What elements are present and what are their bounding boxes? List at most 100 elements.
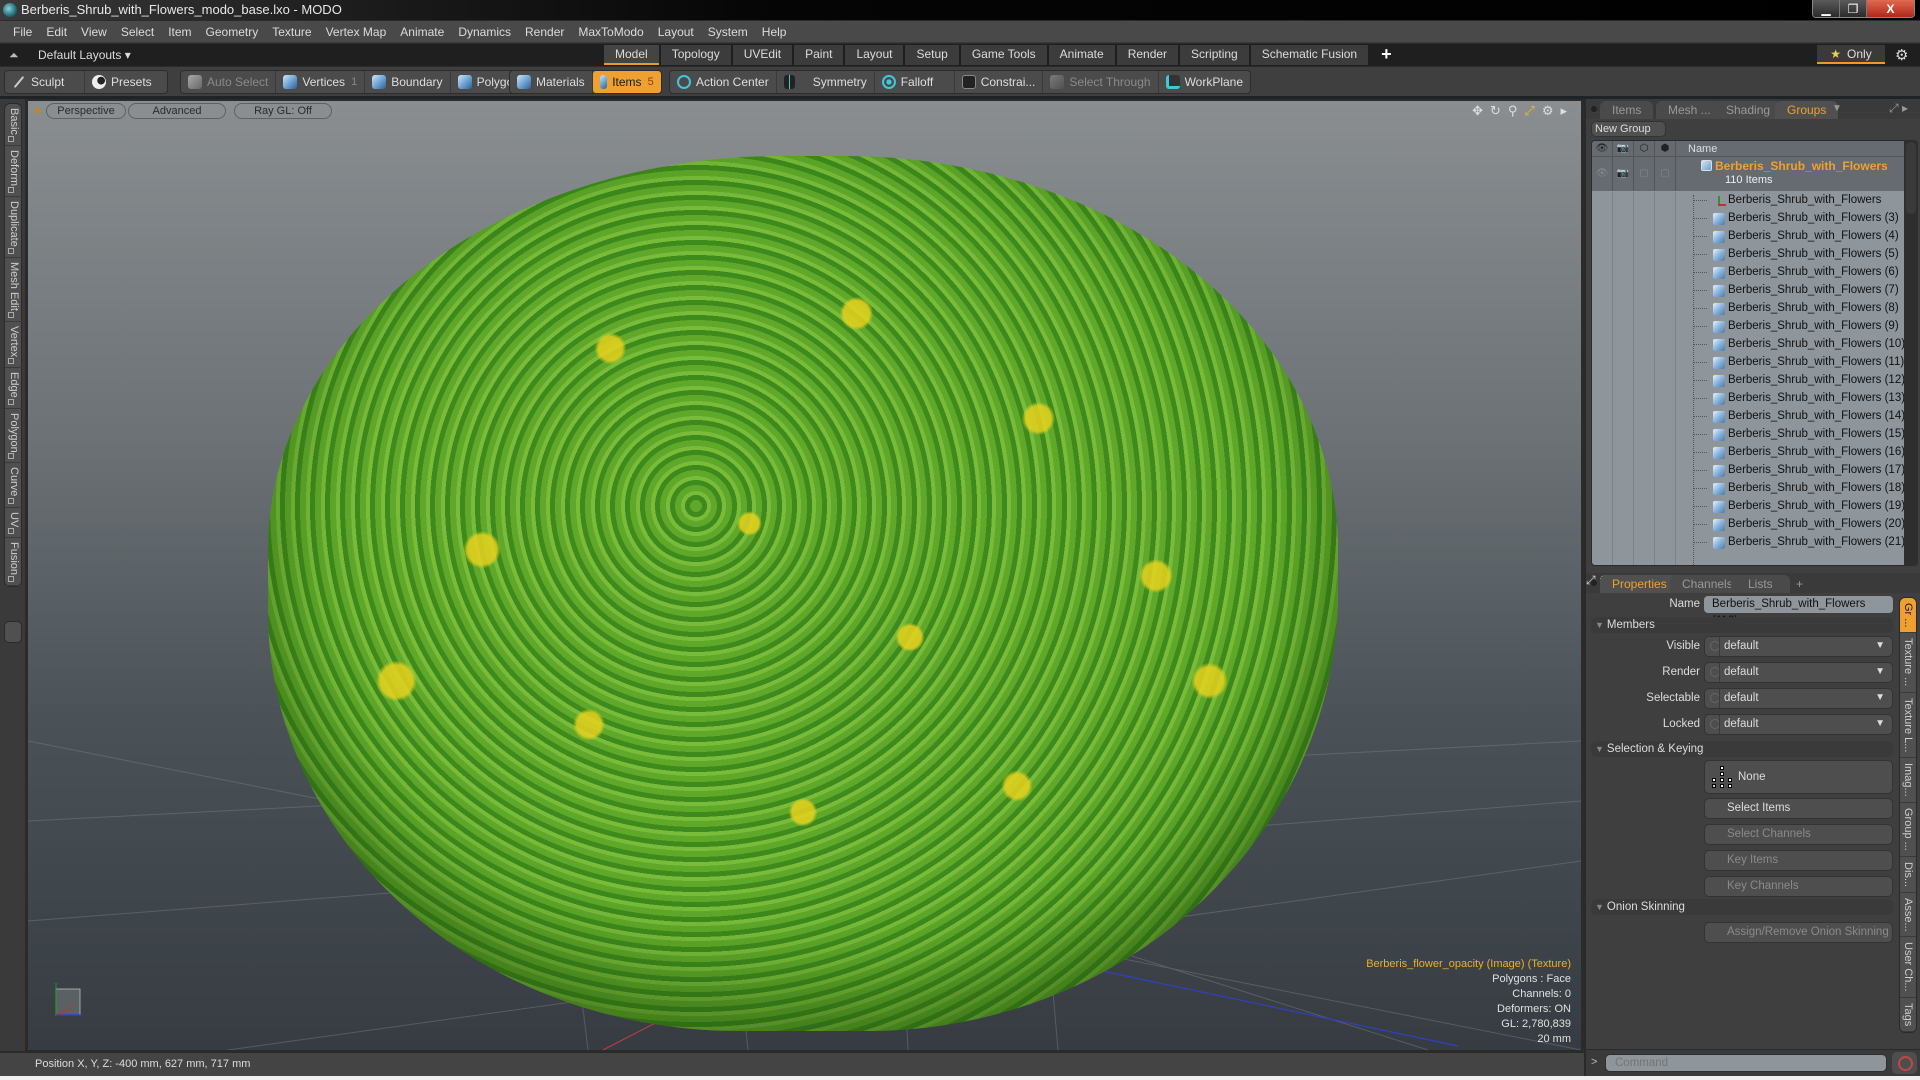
list-item[interactable]: Berberis_Shrub_with_Flowers (18) <box>1592 480 1906 498</box>
visibility-column-icon[interactable]: 👁 <box>1592 141 1613 156</box>
tab-render[interactable]: Render <box>1116 45 1179 65</box>
tab-shading[interactable]: Shading <box>1714 101 1783 119</box>
hierarchy-none-button[interactable]: None <box>1704 760 1893 794</box>
3d-viewport[interactable]: Perspective Advanced Ray GL: Off ✥ ↻ ⚲ ⤢… <box>28 101 1581 1050</box>
list-item[interactable]: Berberis_Shrub_with_Flowers (6) <box>1592 264 1906 282</box>
menu-select[interactable]: Select <box>114 25 161 39</box>
list-item[interactable]: Berberis_Shrub_with_Flowers (4) <box>1592 228 1906 246</box>
tab-basic[interactable]: Basic <box>5 104 23 146</box>
record-macro-button[interactable] <box>1892 1052 1917 1074</box>
tab-layout[interactable]: Layout <box>845 45 904 65</box>
tab-lists[interactable]: Lists <box>1731 575 1790 593</box>
render-dropdown[interactable]: default ▼ <box>1704 662 1893 683</box>
menu-geometry[interactable]: Geometry <box>199 25 266 39</box>
side-tab-tags[interactable]: Tags <box>1900 998 1916 1033</box>
action-center-button[interactable]: Action Center <box>670 71 777 93</box>
presets-button[interactable]: Presets <box>85 71 167 93</box>
materials-button[interactable]: Materials <box>510 71 593 93</box>
group-render-toggle[interactable]: 📷 <box>1613 157 1634 191</box>
shading-mode-button[interactable]: Advanced <box>128 103 226 119</box>
side-tab-texture-layer[interactable]: Texture L... <box>1900 693 1916 759</box>
list-item[interactable]: Berberis_Shrub_with_Flowers (15) <box>1592 426 1906 444</box>
boundary-button[interactable]: Boundary <box>365 71 451 93</box>
sculpt-button[interactable]: Sculpt <box>5 71 85 93</box>
default-layouts-dropdown[interactable]: Default Layouts ▾ <box>38 48 131 62</box>
workplane-button[interactable]: WorkPlane <box>1159 71 1250 93</box>
menu-maxtomodo[interactable]: MaxToModo <box>571 25 650 39</box>
key-items-button[interactable]: Key Items <box>1704 850 1893 871</box>
scrollbar-thumb[interactable] <box>1906 142 1916 214</box>
assign-onion-skinning-button[interactable]: Assign/Remove Onion Skinning <box>1704 922 1893 943</box>
select-channels-button[interactable]: Select Channels <box>1704 824 1893 845</box>
menu-help[interactable]: Help <box>755 25 794 39</box>
group-row[interactable]: 👁 📷 ▢ ▢ Berberis_Shrub_with_Flowers 110 … <box>1592 157 1906 191</box>
visible-dropdown[interactable]: default ▼ <box>1704 636 1893 657</box>
new-group-button[interactable]: New Group <box>1591 121 1666 137</box>
menu-dynamics[interactable]: Dynamics <box>451 25 518 39</box>
vertices-button[interactable]: Vertices 1 <box>276 71 366 93</box>
menu-file[interactable]: File <box>6 25 39 39</box>
tab-setup[interactable]: Setup <box>905 45 959 65</box>
name-field[interactable]: Berberis_Shrub_with_Flowers (112) <box>1704 596 1893 627</box>
tab-curve[interactable]: Curve <box>5 463 23 508</box>
side-tab-user-channels[interactable]: User Ch... <box>1900 937 1916 998</box>
tab-properties[interactable]: Properties <box>1600 575 1679 593</box>
list-item[interactable]: Berberis_Shrub_with_Flowers (12) <box>1592 372 1906 390</box>
symmetry-button[interactable]: Symmetry <box>777 71 875 93</box>
maximize-button[interactable]: ❐ <box>1840 0 1867 17</box>
items-button[interactable]: Items 5 <box>592 71 661 93</box>
list-item[interactable]: Berberis_Shrub_with_Flowers (21) <box>1592 534 1906 552</box>
tab-topology[interactable]: Topology <box>660 45 731 65</box>
list-item[interactable]: Berberis_Shrub_with_Flowers (19) <box>1592 498 1906 516</box>
menu-vertex-map[interactable]: Vertex Map <box>319 25 394 39</box>
side-tab-group[interactable]: Gr ... <box>1900 598 1916 634</box>
tabs-dropdown-icon[interactable]: ▼ <box>1832 103 1842 114</box>
list-item[interactable]: Berberis_Shrub_with_Flowers (10) <box>1592 336 1906 354</box>
tab-model[interactable]: Model <box>604 45 659 65</box>
list-item[interactable]: Berberis_Shrub_with_Flowers (11) <box>1592 354 1906 372</box>
close-button[interactable]: X <box>1867 0 1914 17</box>
tree-scrollbar[interactable] <box>1904 140 1918 566</box>
add-tab-button[interactable]: + <box>1370 45 1403 65</box>
view-mode-button[interactable]: Perspective <box>46 103 126 119</box>
menu-animate[interactable]: Animate <box>393 25 451 39</box>
menu-render[interactable]: Render <box>518 25 571 39</box>
render-column-icon[interactable]: 📷 <box>1613 141 1634 156</box>
list-item[interactable]: Berberis_Shrub_with_Flowers (20) <box>1592 516 1906 534</box>
list-item[interactable]: Berberis_Shrub_with_Flowers (8) <box>1592 300 1906 318</box>
tab-uvedit[interactable]: UVEdit <box>732 45 793 65</box>
zoom-icon[interactable]: ⚲ <box>1508 103 1518 119</box>
extra-tab-button[interactable] <box>4 621 22 643</box>
add-properties-tab[interactable]: + <box>1784 575 1815 593</box>
tab-game-tools[interactable]: Game Tools <box>960 45 1047 65</box>
select-column-icon[interactable]: ⬡ <box>1634 141 1655 156</box>
name-column-header[interactable]: Name <box>1676 141 1717 156</box>
onion-skinning-section[interactable]: ▼ Onion Skinning <box>1591 899 1893 915</box>
selectable-dropdown[interactable]: default ▼ <box>1704 688 1893 709</box>
tab-paint[interactable]: Paint <box>794 45 844 65</box>
list-item[interactable]: Berberis_Shrub_with_Flowers (13) <box>1592 390 1906 408</box>
tab-scripting[interactable]: Scripting <box>1180 45 1249 65</box>
menu-system[interactable]: System <box>701 25 755 39</box>
raygl-button[interactable]: Ray GL: Off <box>234 103 332 119</box>
list-item[interactable]: Berberis_Shrub_with_Flowers (9) <box>1592 318 1906 336</box>
side-tab-group-2[interactable]: Group ... <box>1900 803 1916 857</box>
tab-polygon[interactable]: Polygon <box>5 409 23 464</box>
menu-item[interactable]: Item <box>161 25 198 39</box>
key-channels-button[interactable]: Key Channels <box>1704 876 1893 897</box>
viewport-settings-icon[interactable]: ⚙ <box>1542 103 1554 119</box>
selection-keying-section[interactable]: ▼ Selection & Keying <box>1591 741 1893 757</box>
side-tab-image[interactable]: Imag... <box>1900 758 1916 803</box>
tab-mesh-edit[interactable]: Mesh Edit <box>5 258 23 322</box>
expand-panel-icon[interactable]: ⤢ ▸ <box>1889 101 1908 116</box>
side-tab-display[interactable]: Dis... <box>1900 857 1916 893</box>
tab-edge[interactable]: Edge <box>5 368 23 409</box>
group-visibility-toggle[interactable]: 👁 <box>1592 157 1613 191</box>
menu-texture[interactable]: Texture <box>265 25 318 39</box>
members-section[interactable]: ▼ Members <box>1591 617 1893 633</box>
only-toggle[interactable]: ★ Only <box>1817 45 1885 64</box>
lock-column-icon[interactable]: ⬢ <box>1655 141 1676 156</box>
tab-vertex[interactable]: Vertex <box>5 322 23 368</box>
constraints-button[interactable]: Constrai... <box>955 71 1044 93</box>
gear-icon[interactable]: ⚙ <box>1895 46 1908 64</box>
